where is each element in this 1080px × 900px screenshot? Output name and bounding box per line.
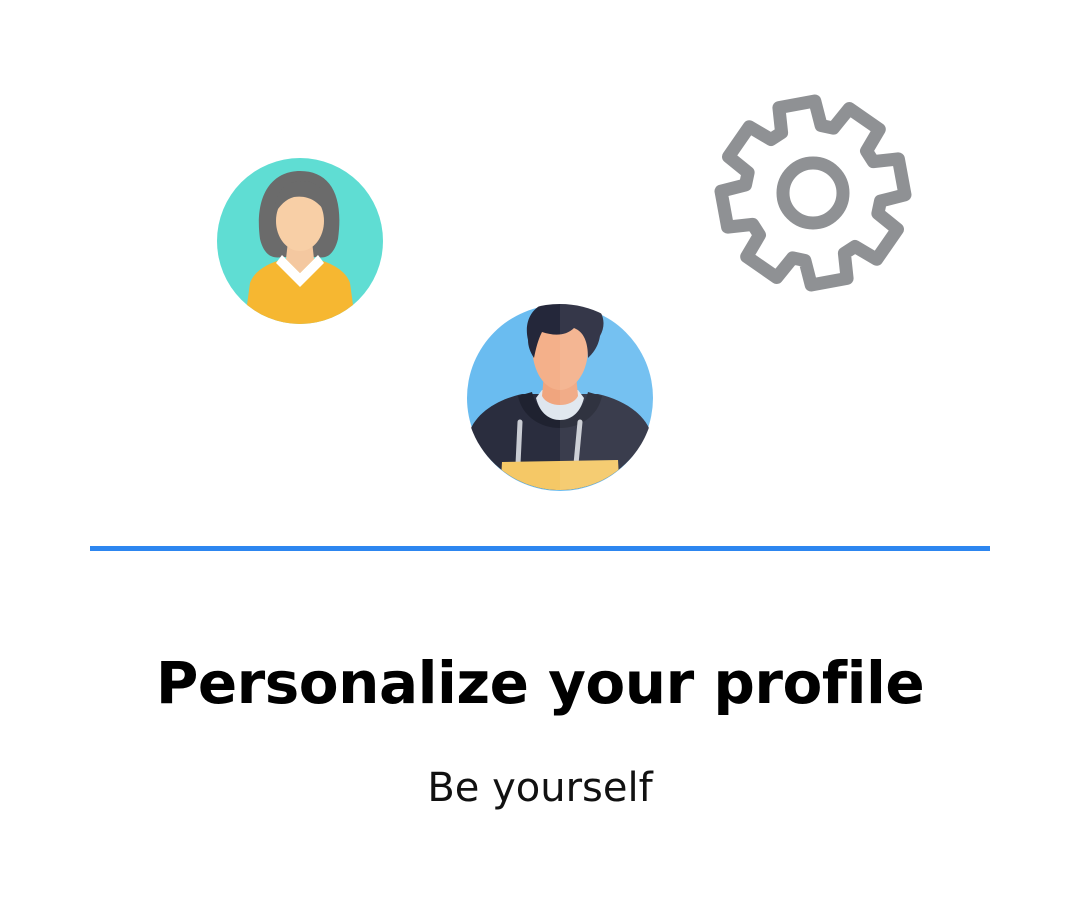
onboarding-illustration — [0, 0, 1080, 551]
page-subtitle: Be yourself — [427, 765, 653, 811]
gear-outline — [714, 94, 912, 292]
page-title: Personalize your profile — [155, 649, 925, 717]
divider-line — [90, 546, 990, 551]
gear-icon — [714, 94, 912, 292]
woman-avatar-icon — [217, 158, 383, 324]
man-avatar-icon — [466, 304, 654, 491]
